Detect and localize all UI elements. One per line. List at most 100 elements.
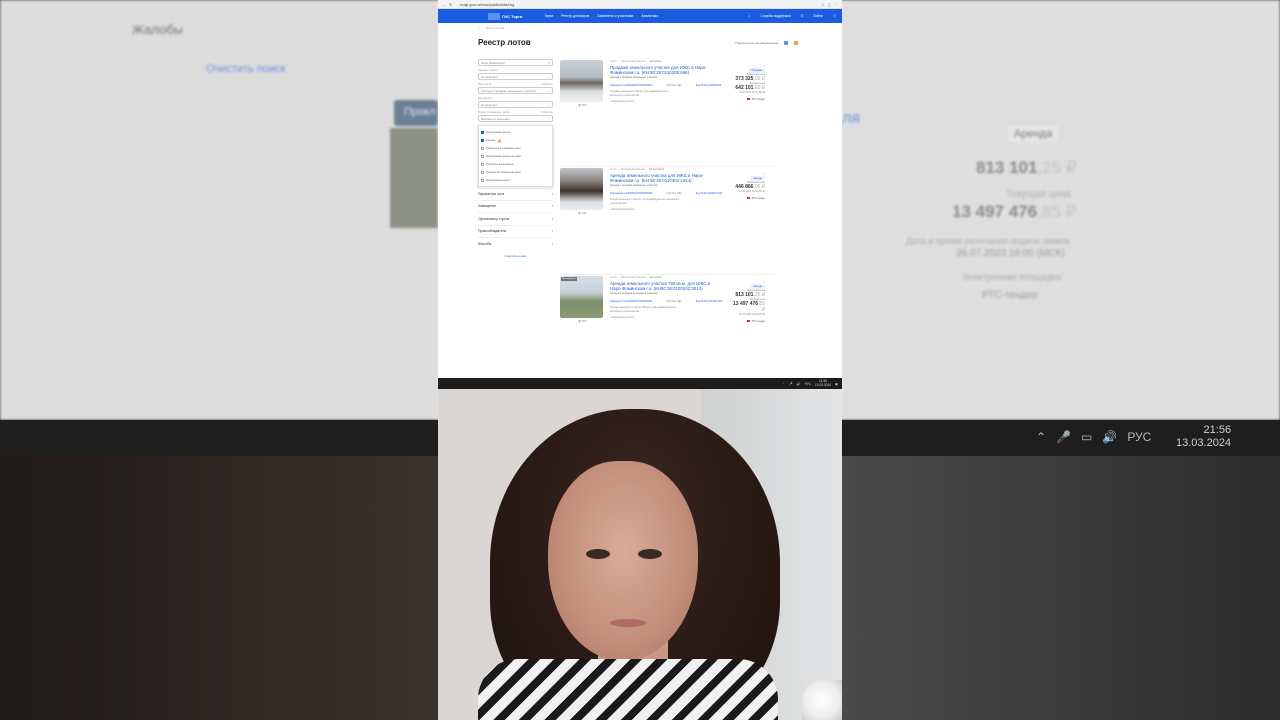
nav-item-participants[interactable]: Заявители и участники	[597, 14, 633, 18]
accordion-notice[interactable]: Извещение ›	[478, 199, 553, 213]
lot-card[interactable]: 👁 146 № 1/1 Электронный аукцион Не состоял…	[560, 167, 775, 275]
notice-link[interactable]: Извещение №22000004470000000026	[610, 192, 652, 195]
search-input[interactable]: Наро-Фоминский ×	[478, 59, 553, 66]
lot-card[interactable]: 👁 166 № 1/1 Электронный аукцион Состоялся …	[560, 59, 775, 167]
subscribe-link[interactable]: Подпишитесь на уведомления	[736, 41, 778, 45]
site-header: ГИС Торги Торги Реестр договоров Заявите…	[438, 9, 842, 23]
accordion-complaints[interactable]: Жалобы ›	[478, 237, 553, 250]
vat: НДС Без НДС	[666, 192, 682, 196]
current-price: 13 497 476,85 ₽	[733, 301, 765, 313]
platform: РТС-тендер	[729, 98, 765, 101]
dropdown-option[interactable]: Продажа без объявления цены	[481, 168, 550, 176]
bg-deadline: 26.07.2023 18:00 (МСК)	[956, 248, 1065, 259]
support-link[interactable]: Служба поддержки	[760, 14, 790, 18]
bg-clear: Очистить поиск	[206, 63, 286, 75]
url-text[interactable]: torgi.gov.ru/new/public/lots/reg	[460, 2, 821, 7]
star-icon[interactable]: ☆	[821, 2, 825, 7]
notice-link[interactable]: Извещение №22000004470000000024	[610, 84, 652, 87]
accordion-owner[interactable]: Правообладатель ›	[478, 224, 553, 238]
chevron-up-icon[interactable]: ⌃	[782, 382, 785, 386]
dropdown-option[interactable]: Повышение и понижение цены	[481, 144, 550, 152]
platform-logo-icon	[746, 98, 750, 100]
checkbox-checked[interactable]	[481, 130, 484, 134]
accordion-organizer[interactable]: Организатор торгов ›	[478, 212, 553, 225]
checkbox[interactable]	[481, 178, 484, 182]
bg-bottom-right	[842, 456, 1280, 720]
person-eye-left	[586, 549, 610, 559]
cursor-icon: ☝	[497, 137, 503, 143]
chevron-right-icon: ›	[551, 216, 553, 221]
subject-select[interactable]: Не выбрано ⌄	[478, 73, 553, 80]
home-icon[interactable]: ⌂	[478, 26, 480, 30]
extensions-icon[interactable]: ◻	[828, 2, 831, 7]
checkbox[interactable]	[481, 162, 484, 166]
lot-thumb-wrap: Просмотрено 👁 163	[560, 276, 604, 382]
accordion-lot-params[interactable]: Параметры лота ›	[478, 187, 553, 200]
deal-select[interactable]: Не выбрано ⌄	[478, 101, 553, 108]
breadcrumb-current: Реестр лотов	[485, 26, 505, 30]
reset-type-link[interactable]: Сбросить	[541, 83, 553, 86]
back-icon[interactable]: ←	[442, 2, 446, 7]
type-select[interactable]: Аренда и продажа земельных участков ⌄	[478, 87, 553, 94]
cadastral-link[interactable]: Код 50.26.0110205.666	[696, 84, 721, 87]
nav-item-auctions[interactable]: Торги	[544, 14, 553, 18]
lot-image[interactable]	[560, 168, 603, 210]
dropdown-option[interactable]: Аукцион ☝	[481, 136, 550, 144]
bg-monitor-icon: ▭	[1081, 430, 1093, 444]
person-face	[548, 461, 698, 661]
lot-thumb-wrap: 👁 166	[560, 60, 604, 166]
chevron-up-icon: ⌃	[547, 116, 550, 121]
search-icon[interactable]: ⌕	[749, 14, 751, 18]
form-select[interactable]: Выбрано 2 значения ⌃	[478, 115, 553, 122]
lot-price-block: ☆ Продажа Начальная цена 373 325,00 ₽ Те…	[729, 65, 765, 101]
dropdown-option[interactable]: Электронный конкурс	[481, 176, 550, 184]
nav-item-analytics[interactable]: Аналитика	[641, 14, 658, 18]
notice-link[interactable]: Извещение №22000004470000000031	[610, 300, 652, 303]
search-value: Наро-Фоминский	[481, 60, 505, 65]
cadastral-link[interactable]: Код 50.26.0100102.3014	[696, 300, 723, 303]
reset-form-link[interactable]: Сбросить	[541, 111, 553, 114]
nav-item-contracts[interactable]: Реестр договоров	[561, 14, 589, 18]
clear-search-link[interactable]: Очистить поиск	[478, 254, 553, 258]
language-indicator[interactable]: РУС	[805, 382, 811, 386]
lot-title[interactable]: Аренда земельного участка для ИЖС в Наро…	[610, 173, 715, 183]
rss-icon[interactable]	[794, 40, 798, 45]
views-count: 👁 163	[577, 320, 587, 323]
taskbar-clock[interactable]: 21:56 13.03.2024	[815, 379, 831, 387]
phone-icon[interactable]: ✆	[801, 14, 804, 18]
checkbox[interactable]	[481, 170, 484, 174]
lot-title[interactable]: Продажа земельного участка для ИЖС в Нар…	[610, 65, 715, 75]
cadastral-link[interactable]: Код 50.26.0110302.1314	[696, 192, 723, 195]
login-button[interactable]: Войти	[813, 14, 823, 18]
user-icon[interactable]: ⚇	[833, 14, 836, 18]
platform: РТС-тендер	[729, 320, 765, 323]
lot-image[interactable]	[560, 60, 603, 102]
site-logo[interactable]: ГИС Торги	[488, 12, 522, 20]
eye-icon: 👁	[577, 212, 582, 215]
webcam-video	[438, 389, 842, 720]
clear-search-icon[interactable]: ×	[548, 61, 550, 65]
bg-clock-time: 21:56	[1203, 424, 1232, 436]
lot-card[interactable]: Просмотрено 👁 163 № 1/1 Электронный аукци…	[560, 275, 775, 383]
dropdown-option[interactable]: Электронный аукцион	[481, 128, 550, 136]
chevron-down-icon: ⌄	[547, 88, 550, 93]
browser-address-bar[interactable]: ← ↻ torgi.gov.ru/new/public/lots/reg ☆ ◻…	[438, 0, 842, 9]
viewed-badge: Просмотрено	[561, 277, 577, 281]
lot-title[interactable]: Аренда земельного участка 750 кв.м. для …	[610, 281, 715, 291]
platform: РТС-тендер	[729, 197, 765, 200]
reload-icon[interactable]: ↻	[449, 2, 452, 7]
eye-icon: 👁	[577, 104, 582, 107]
checkbox[interactable]	[481, 154, 484, 158]
speaker-icon[interactable]: 🔊	[797, 382, 801, 386]
notifications-icon[interactable]: ▣	[835, 382, 838, 386]
mic-icon[interactable]: 🎤	[789, 382, 793, 386]
lot-image[interactable]: Просмотрено	[560, 276, 603, 318]
checkbox-checked[interactable]	[481, 138, 484, 142]
dropdown-option[interactable]: Публичное предложение	[481, 160, 550, 168]
export-icon[interactable]	[784, 40, 788, 45]
checkbox[interactable]	[481, 146, 484, 150]
menu-icon[interactable]: ⋮	[834, 2, 838, 7]
dropdown-option[interactable]: Электронный аукцион на право	[481, 152, 550, 160]
deadline: 14.06.2023 18:00 (МСК)	[739, 91, 765, 94]
browser-toolbar: ☆ ◻ ⋮	[821, 2, 838, 7]
